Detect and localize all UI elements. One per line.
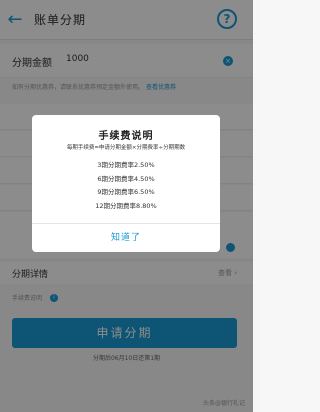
rate-item: 12期分期费率8.80% — [95, 201, 157, 210]
ok-button[interactable]: 知道了 — [32, 224, 220, 252]
fee-explanation-dialog: 手续费说明 每期手续费=申请分期金额×分期费率÷分期期数 3期分期费率2.50%… — [32, 115, 220, 252]
rate-item: 6期分期费率4.50% — [97, 174, 155, 183]
dialog-title: 手续费说明 — [98, 131, 154, 142]
rate-item: 9期分期费率6.50% — [97, 188, 155, 196]
rate-item: 3期分期费率2.50% — [97, 161, 155, 169]
rate-list: 3期分期费率2.50% 6期分期费率4.50% 9期分期费率6.50% 12期分… — [32, 159, 220, 213]
fee-formula: 每期手续费=申请分期金额×分期费率÷分期期数 — [66, 145, 186, 151]
